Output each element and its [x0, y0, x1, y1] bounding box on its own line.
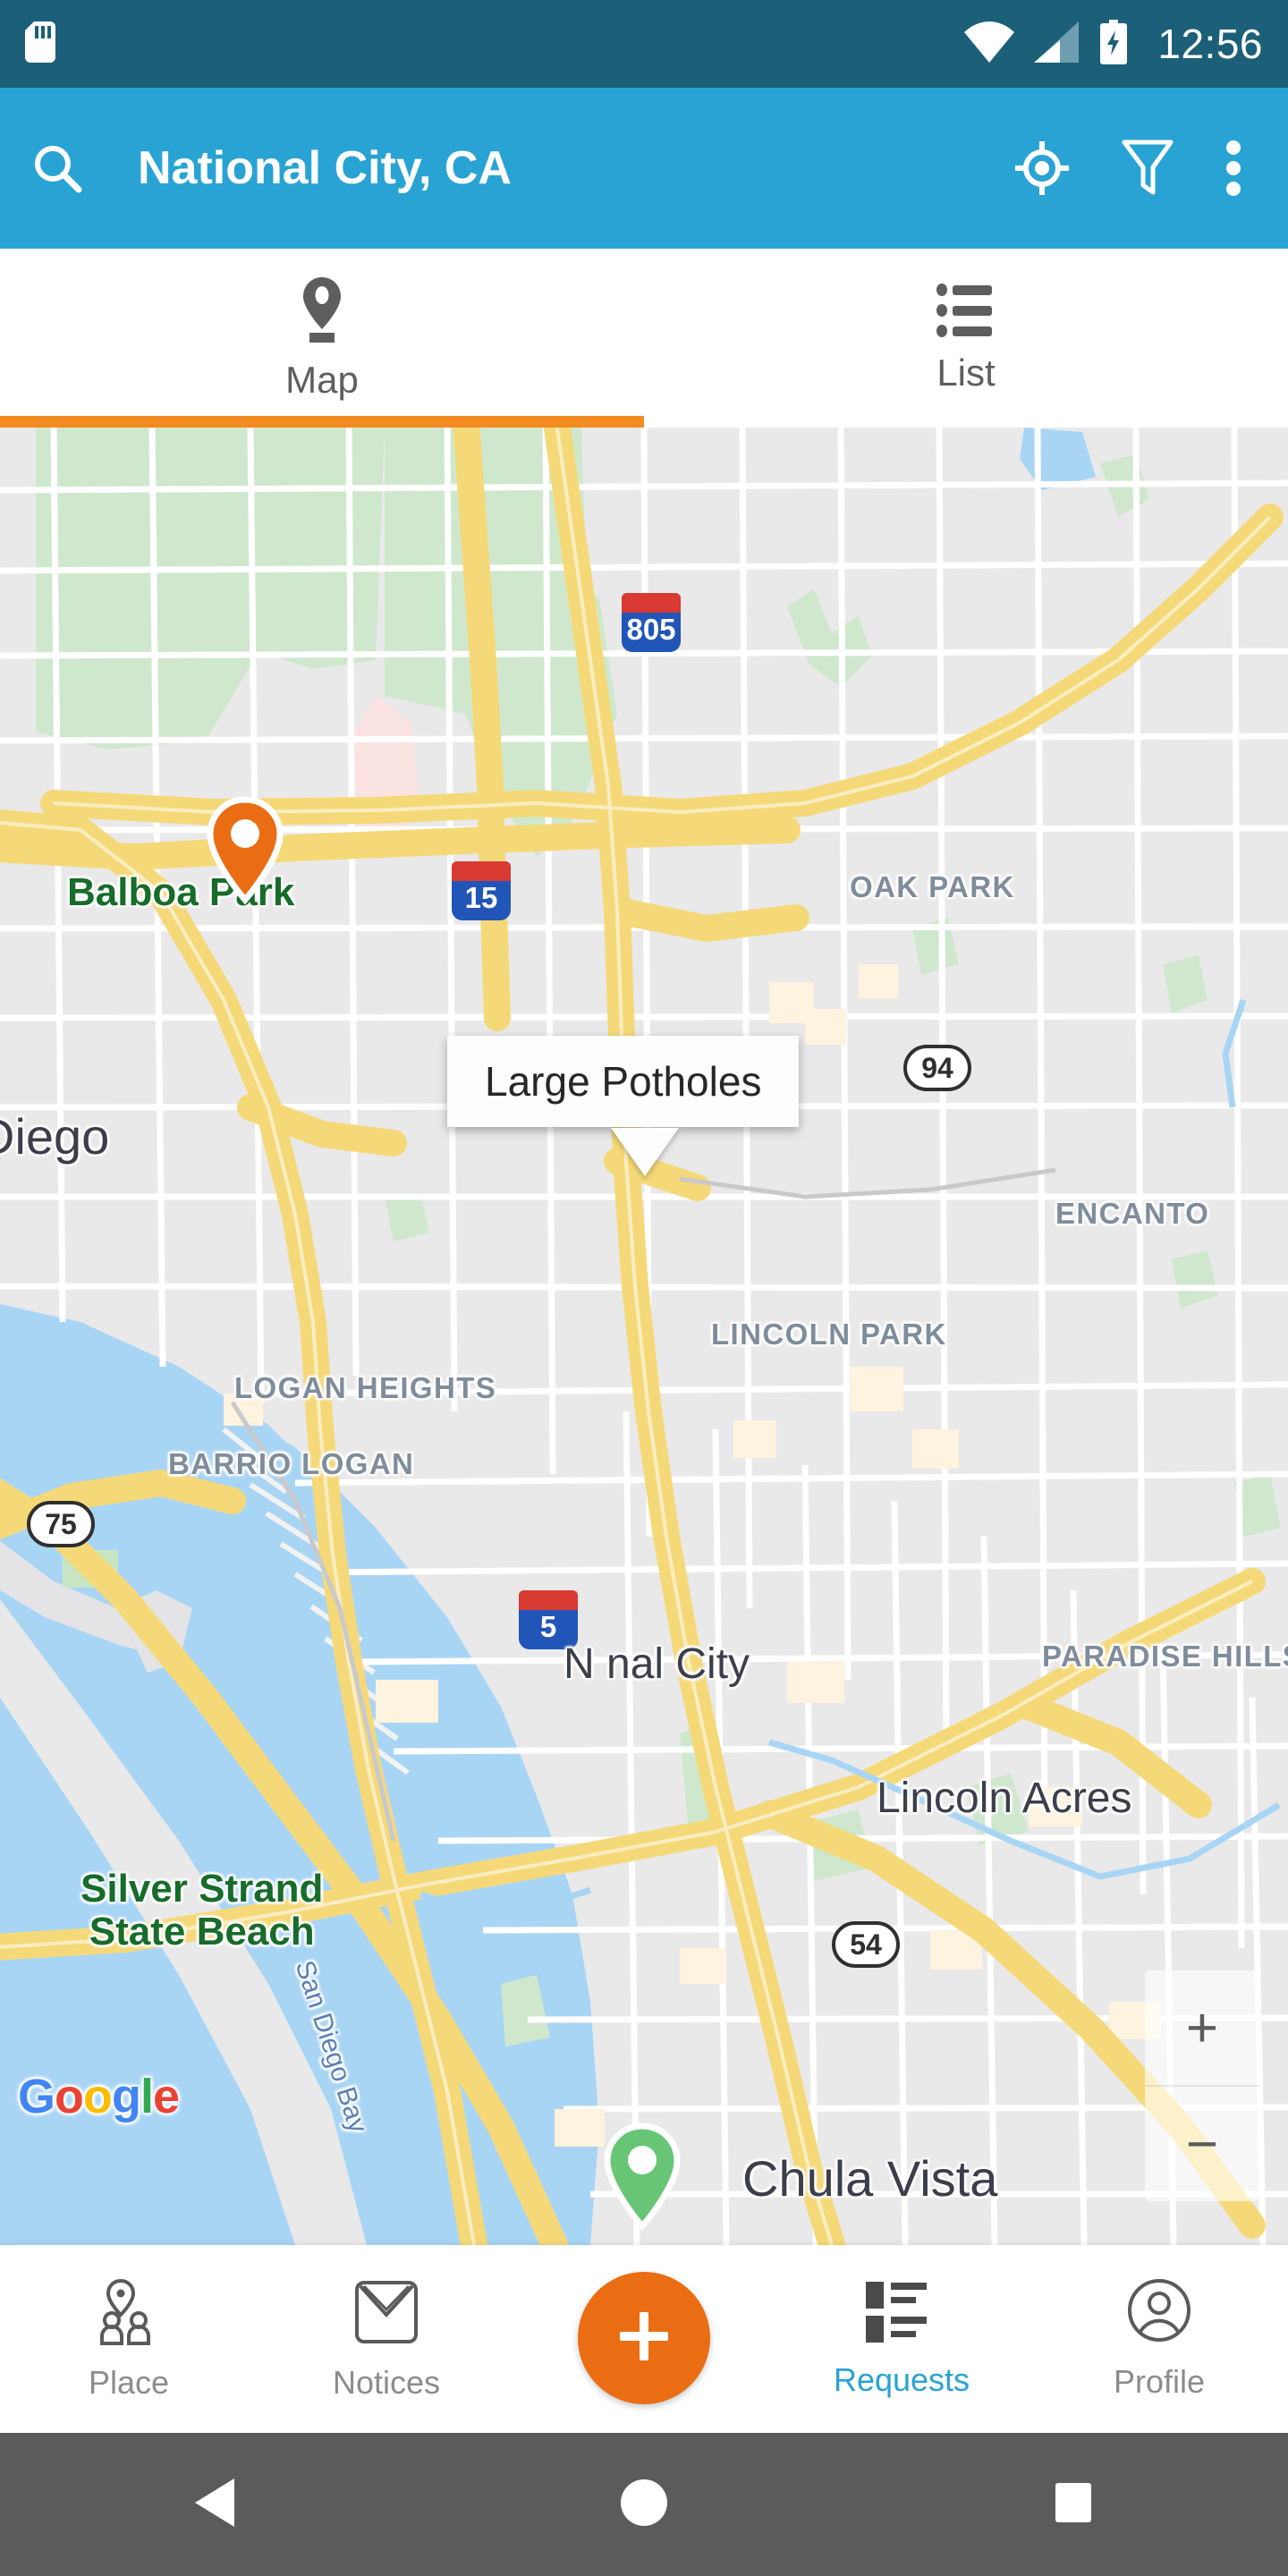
nav-item-profile-label: Profile: [1113, 2362, 1206, 2400]
zoom-in-button[interactable]: +: [1145, 1970, 1259, 2085]
zoom-out-button[interactable]: −: [1145, 2087, 1259, 2201]
map-info-window-tail: [611, 1128, 679, 1176]
highway-shield-54: 54: [832, 1921, 900, 1968]
bottom-navigation: Place Notices Requests Profile: [0, 2245, 1288, 2433]
list-icon: [936, 283, 996, 343]
square-recents-icon: [1048, 2475, 1098, 2535]
page-title: National City, CA: [138, 142, 512, 194]
highway-shield-5: 5: [519, 1590, 578, 1649]
nav-item-place[interactable]: Place: [0, 2277, 258, 2402]
nav-item-requests[interactable]: Requests: [773, 2280, 1030, 2399]
app-bar: National City, CA: [0, 88, 1288, 249]
tab-map[interactable]: Map: [0, 249, 644, 428]
nav-item-notices[interactable]: Notices: [258, 2277, 515, 2402]
map-pin-icon: [297, 275, 347, 350]
status-bar-clock: 12:56: [1157, 21, 1263, 67]
my-location-icon[interactable]: [1014, 140, 1070, 196]
map-info-window[interactable]: Large Potholes: [447, 1036, 800, 1127]
tab-active-indicator: [0, 416, 644, 428]
triangle-back-icon: [190, 2475, 240, 2535]
google-attribution-logo: Google: [18, 2070, 180, 2123]
nav-item-notices-label: Notices: [332, 2363, 441, 2401]
highway-shield-15: 15: [452, 861, 511, 920]
search-icon[interactable]: [30, 141, 84, 195]
status-bar: 12:56: [0, 0, 1288, 88]
place-people-icon: [94, 2277, 164, 2351]
tab-bar: Map List: [0, 249, 1288, 428]
cellular-signal-icon: [1034, 21, 1080, 67]
tab-map-label: Map: [285, 358, 359, 401]
requests-list-icon: [864, 2280, 939, 2349]
battery-charging-icon: [1098, 19, 1129, 69]
plus-icon: [616, 2309, 672, 2368]
android-navigation-bar: [0, 2433, 1288, 2576]
highway-shield-75: 75: [27, 1501, 95, 1547]
filter-icon[interactable]: [1122, 139, 1174, 198]
highway-shield-805: 805: [622, 593, 681, 652]
highway-shield-94: 94: [903, 1045, 971, 1091]
recents-button[interactable]: [859, 2475, 1288, 2535]
nav-item-requests-label: Requests: [833, 2360, 970, 2398]
home-button[interactable]: [429, 2475, 859, 2535]
profile-icon: [1127, 2278, 1191, 2351]
sd-card-icon: [25, 21, 55, 67]
map-info-window-title: Large Potholes: [485, 1058, 762, 1105]
add-request-fab[interactable]: [578, 2272, 710, 2404]
nav-item-profile[interactable]: Profile: [1030, 2278, 1288, 2401]
map-graphics: [0, 428, 1288, 2245]
wifi-icon: [964, 21, 1015, 67]
map-canvas[interactable]: 805 15 5 94 54 75 Balboa Park Diego OAK …: [0, 428, 1288, 2245]
envelope-icon: [353, 2277, 419, 2351]
tab-list[interactable]: List: [644, 249, 1288, 428]
circle-home-icon: [619, 2475, 669, 2535]
back-button[interactable]: [0, 2475, 429, 2535]
tab-list-label: List: [936, 351, 996, 394]
more-vertical-icon[interactable]: [1225, 140, 1241, 196]
nav-item-place-label: Place: [88, 2363, 170, 2401]
map-zoom-controls: + −: [1145, 1970, 1259, 2201]
